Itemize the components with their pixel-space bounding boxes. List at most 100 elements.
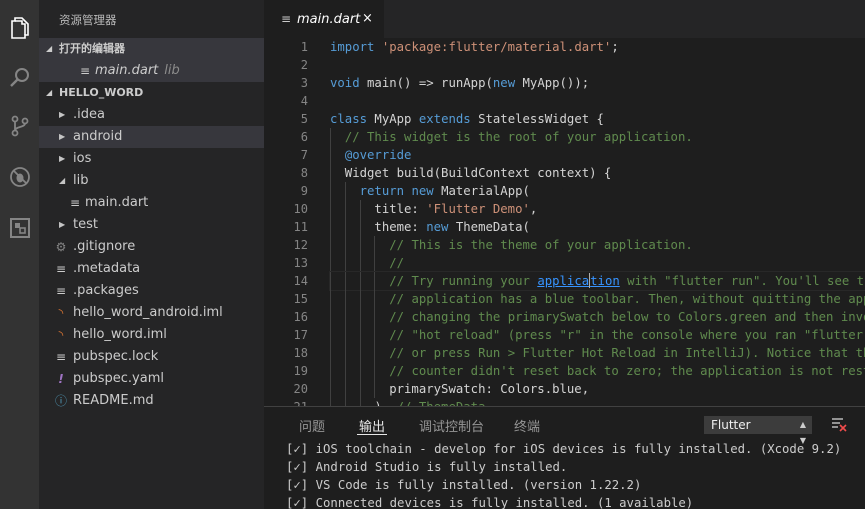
code-line: class MyApp extends StatelessWidget { (330, 112, 604, 126)
file-lines-icon: ≡ (55, 262, 67, 276)
line-number: 12 (293, 238, 308, 252)
chevron-down-icon: ◢ (59, 176, 66, 185)
line-number: 17 (293, 328, 308, 342)
tree-item-label: android (73, 129, 123, 144)
line-number: 15 (293, 292, 308, 306)
tab-label: main.dart (297, 12, 361, 27)
tab-problems[interactable]: 问题 (299, 416, 325, 435)
line-number: 8 (300, 166, 308, 180)
tree-item-label: lib (73, 173, 89, 188)
close-icon[interactable]: × (362, 11, 373, 26)
code-line: ), // ThemeData (330, 398, 865, 406)
code-content[interactable]: import 'package:flutter/material.dart'; … (329, 38, 865, 406)
code-line: primarySwatch: Colors.blue, (330, 380, 590, 398)
tree-item-metadata[interactable]: ≡ .metadata (39, 258, 264, 280)
tree-item-android[interactable]: ▶ android (39, 126, 264, 148)
line-number: 9 (300, 184, 308, 198)
tree-item-iml[interactable]: ◝ hello_word.iml (39, 324, 264, 346)
tree-item-label: README.md (73, 393, 154, 408)
search-icon[interactable] (0, 58, 39, 98)
active-tab-indicator (357, 434, 387, 435)
tree-item-test[interactable]: ▶ test (39, 214, 264, 236)
open-editors-header[interactable]: ◢ 打开的编辑器 (39, 38, 264, 60)
code-line: title: 'Flutter Demo', (330, 200, 538, 218)
chevron-down-icon: ◢ (46, 88, 53, 97)
debug-icon[interactable] (0, 157, 39, 197)
line-number: 7 (300, 148, 308, 162)
output-line: [✓] Android Studio is fully installed. (286, 460, 568, 474)
code-line: Widget build(BuildContext context) { (330, 164, 612, 182)
code-line: // This widget is the root of your appli… (330, 128, 865, 146)
code-editor[interactable]: 123456789101112131415161718192021 import… (264, 38, 865, 406)
chevron-right-icon: ▶ (59, 220, 66, 229)
code-line: void main() => runApp(new MyApp()); (330, 76, 590, 90)
info-icon: ⓘ (54, 394, 67, 408)
tree-item-label: .metadata (73, 261, 141, 276)
code-line: // changing the primarySwatch below to C… (330, 308, 865, 326)
line-number: 13 (293, 256, 308, 270)
yaml-icon: ! (58, 372, 64, 386)
tab-output[interactable]: 输出 (359, 416, 385, 435)
clear-output-icon[interactable] (831, 416, 847, 432)
project-header[interactable]: ◢ HELLO_WORD (39, 82, 264, 104)
output-line: [✓] VS Code is fully installed. (version… (286, 478, 642, 492)
line-number: 4 (300, 94, 308, 108)
line-number: 6 (300, 130, 308, 144)
file-lines-icon: ≡ (281, 12, 292, 26)
output-log[interactable]: [✓] iOS toolchain - develop for iOS devi… (286, 440, 865, 509)
code-line: import 'package:flutter/material.dart'; (330, 40, 619, 54)
explorer-icon[interactable] (0, 8, 39, 48)
tree-item-packages[interactable]: ≡ .packages (39, 280, 264, 302)
output-line: [✓] iOS toolchain - develop for iOS devi… (286, 442, 842, 456)
tree-item-pubspec-lock[interactable]: ≡ pubspec.lock (39, 346, 264, 368)
tree-item-android-iml[interactable]: ◝ hello_word_android.iml (39, 302, 264, 324)
chevron-right-icon: ▶ (59, 132, 66, 141)
tree-item-pubspec-yaml[interactable]: ! pubspec.yaml (39, 368, 264, 390)
line-number: 11 (293, 220, 308, 234)
open-editor-item[interactable]: ≡ main.dart lib (39, 60, 264, 82)
tree-item-ios[interactable]: ▶ ios (39, 148, 264, 170)
line-number: 1 (300, 40, 308, 54)
settings-gear-icon: ⚙ (55, 240, 67, 254)
rss-icon: ◝ (58, 306, 64, 320)
chevron-right-icon: ▶ (59, 110, 66, 119)
tab-debug-console[interactable]: 调试控制台 (419, 416, 484, 435)
code-line: return new MaterialApp( (330, 182, 865, 200)
tree-item-label: pubspec.yaml (73, 371, 164, 386)
code-line: // or press Run > Flutter Hot Reload in … (330, 344, 865, 362)
open-editor-desc: lib (164, 63, 180, 78)
explorer-sidebar: 资源管理器 ◢ 打开的编辑器 ≡ main.dart lib ◢ HELLO_WO… (39, 0, 264, 509)
line-number: 20 (293, 382, 308, 396)
editor-tab-bar: ≡ main.dart × (264, 0, 865, 38)
panel-tab-bar: 问题 输出 调试控制台 终端 Flutter ▲ ▼ (264, 407, 865, 445)
tab-main-dart[interactable]: ≡ main.dart × (264, 0, 384, 38)
code-line: @override (330, 146, 865, 164)
tree-item-label: main.dart (85, 195, 149, 210)
open-editor-name: main.dart (95, 63, 159, 78)
extensions-icon[interactable] (0, 208, 39, 248)
rss-icon: ◝ (58, 328, 64, 342)
open-editors-label: 打开的编辑器 (59, 42, 125, 55)
tree-item-main-dart[interactable]: ≡ main.dart (39, 192, 264, 214)
file-lines-icon: ≡ (55, 284, 67, 298)
line-number: 14 (293, 274, 308, 288)
file-lines-icon: ≡ (79, 64, 91, 78)
tab-terminal[interactable]: 终端 (514, 416, 540, 435)
chevron-right-icon: ▶ (59, 154, 66, 163)
source-control-icon[interactable] (0, 106, 39, 146)
tree-item-gitignore[interactable]: ⚙ .gitignore (39, 236, 264, 258)
tree-item-label: hello_word_android.iml (73, 305, 223, 320)
line-number: 19 (293, 364, 308, 378)
line-number: 18 (293, 346, 308, 360)
file-lines-icon: ≡ (69, 196, 81, 210)
output-channel-select[interactable]: Flutter ▲ ▼ (704, 416, 812, 445)
tree-item-lib[interactable]: ◢ lib (39, 170, 264, 192)
line-number: 16 (293, 310, 308, 324)
activity-bar (0, 0, 39, 509)
tree-item-idea[interactable]: ▶ .idea (39, 104, 264, 126)
tree-item-readme[interactable]: ⓘ README.md (39, 390, 264, 412)
line-number: 10 (293, 202, 308, 216)
code-line: // counter didn't reset back to zero; th… (330, 362, 865, 380)
